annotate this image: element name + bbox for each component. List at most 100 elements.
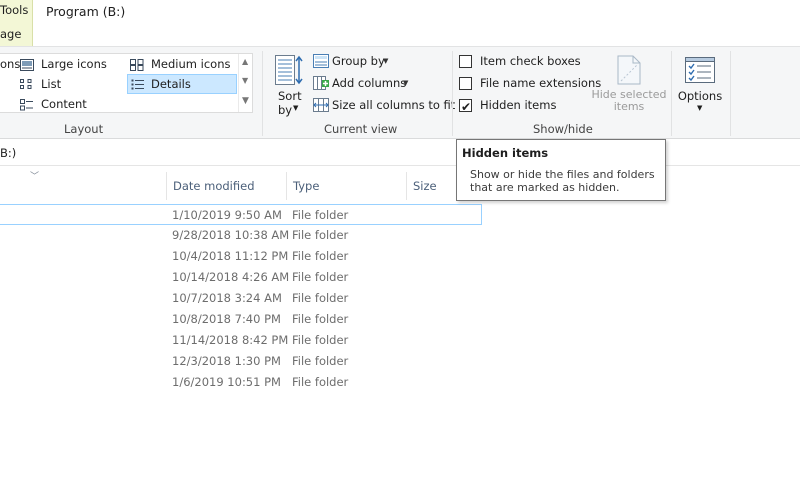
table-row[interactable]: 1/10/2019 9:50 AM File folder: [0, 204, 482, 225]
gallery-expand-icon[interactable]: ▼: [242, 96, 249, 106]
group-label-current-view: Current view: [324, 122, 398, 136]
row-type: File folder: [292, 354, 349, 368]
row-type: File folder: [292, 208, 349, 222]
address-path[interactable]: B:): [0, 146, 16, 160]
list-view-icon: [20, 78, 34, 90]
window-title: Program (B:): [46, 4, 126, 19]
file-name-extensions-checkbox[interactable]: [459, 77, 472, 90]
row-type: File folder: [292, 249, 349, 263]
size-all-columns-button[interactable]: Size all columns to fit: [313, 95, 455, 115]
table-row[interactable]: 9/28/2018 10:38 AM File folder: [0, 225, 482, 246]
options-button[interactable]: Options ▼: [674, 53, 726, 117]
row-date-modified: 1/6/2019 10:51 PM: [172, 375, 281, 389]
options-label: Options: [677, 89, 723, 103]
group-by-icon: [313, 54, 329, 68]
sort-by-label-line2: by: [278, 103, 293, 117]
group-by-button[interactable]: Group by ▼: [313, 51, 393, 71]
table-row[interactable]: 1/6/2019 10:51 PM File folder: [0, 372, 482, 393]
hidden-items-toggle[interactable]: ✔ Hidden items: [459, 95, 559, 115]
gallery-scrollbar[interactable]: ▲ ▼ ▼: [238, 54, 252, 112]
tools-tab-label: Tools: [0, 3, 29, 17]
layout-medium-icons[interactable]: Medium icons: [130, 55, 236, 73]
row-type: File folder: [292, 375, 349, 389]
chevron-down-icon: ▼: [697, 104, 703, 112]
details-view-icon: [131, 78, 145, 90]
tooltip-body: Show or hide the files and folders that …: [470, 168, 655, 194]
hide-selected-items-button[interactable]: Hide selected items: [591, 53, 667, 117]
add-columns-icon: [313, 76, 329, 90]
group-label-layout: Layout: [64, 122, 104, 136]
file-name-extensions-label: File name extensions: [480, 76, 602, 90]
row-date-modified: 10/14/2018 4:26 AM: [172, 270, 290, 284]
table-row[interactable]: 10/4/2018 11:12 PM File folder: [0, 246, 482, 267]
scroll-up-icon[interactable]: ▲: [242, 57, 248, 66]
item-check-boxes-toggle[interactable]: Item check boxes: [459, 51, 581, 71]
group-by-label: Group by: [332, 54, 385, 68]
layout-item-label: Medium icons: [151, 57, 231, 71]
row-type: File folder: [292, 312, 349, 326]
row-type: File folder: [292, 228, 349, 242]
row-type: File folder: [292, 333, 349, 347]
tooltip-title: Hidden items: [462, 146, 549, 160]
table-row[interactable]: 11/14/2018 8:42 PM File folder: [0, 330, 482, 351]
hide-selected-label: Hide selected items: [591, 89, 667, 113]
table-row[interactable]: 10/14/2018 4:26 AM File folder: [0, 267, 482, 288]
sort-by-label-line1: Sort: [278, 89, 302, 103]
table-row[interactable]: 12/3/2018 1:30 PM File folder: [0, 351, 482, 372]
row-date-modified: 10/8/2018 7:40 PM: [172, 312, 281, 326]
item-check-boxes-label: Item check boxes: [480, 54, 581, 68]
size-all-columns-label: Size all columns to fit: [332, 98, 456, 112]
chevron-down-icon: ▼: [383, 57, 389, 65]
sort-by-icon: [275, 55, 303, 88]
layout-large-icons[interactable]: Large icons: [20, 55, 120, 73]
add-columns-button[interactable]: Add columns ▼: [313, 73, 413, 93]
table-row[interactable]: 10/8/2018 7:40 PM File folder: [0, 309, 482, 330]
layout-item-label: Details: [151, 77, 191, 91]
chevron-down-icon: ▼: [403, 79, 409, 87]
layout-list[interactable]: List: [20, 75, 120, 93]
hidden-items-checkbox[interactable]: ✔: [459, 99, 472, 114]
row-date-modified: 1/10/2019 9:50 AM: [172, 208, 282, 222]
hidden-items-tooltip: Hidden items Show or hide the files and …: [456, 139, 666, 201]
row-date-modified: 10/4/2018 11:12 PM: [172, 249, 289, 263]
large-icons-icon: [20, 58, 34, 71]
column-header-type[interactable]: Type: [286, 172, 406, 200]
hidden-items-label: Hidden items: [480, 98, 557, 112]
title-bar: Tools age Program (B:): [0, 0, 800, 46]
ribbon-view: ons Large icons Medium icons List Detail…: [0, 46, 800, 139]
hide-selected-icon: [617, 55, 641, 88]
group-divider: [671, 51, 672, 136]
layout-content[interactable]: Content: [20, 95, 120, 113]
address-bar[interactable]: B:): [0, 140, 800, 166]
row-date-modified: 12/3/2018 1:30 PM: [172, 354, 281, 368]
chevron-down-icon: ▼: [293, 104, 299, 112]
table-row[interactable]: 10/7/2018 3:24 AM File folder: [0, 288, 482, 309]
layout-item-label: ons: [0, 57, 21, 71]
row-date-modified: 11/14/2018 8:42 PM: [172, 333, 289, 347]
column-header-date-modified[interactable]: Date modified: [166, 172, 286, 200]
layout-item-label: Large icons: [41, 57, 107, 71]
row-type: File folder: [292, 291, 349, 305]
manage-tab-label[interactable]: age: [0, 27, 21, 41]
layout-item-label: List: [41, 77, 62, 91]
scroll-down-icon[interactable]: ▼: [242, 76, 248, 85]
checkmark-icon: ✔: [461, 100, 472, 114]
hide-selected-label-line2: items: [613, 100, 645, 113]
content-view-icon: [20, 98, 34, 111]
row-type: File folder: [292, 270, 349, 284]
file-name-extensions-toggle[interactable]: File name extensions: [459, 73, 601, 93]
layout-gallery: ons Large icons Medium icons List Detail…: [0, 53, 253, 113]
group-label-show-hide: Show/hide: [533, 122, 593, 136]
layout-item-label: Content: [41, 97, 87, 111]
row-date-modified: 10/7/2018 3:24 AM: [172, 291, 282, 305]
item-check-boxes-checkbox[interactable]: [459, 55, 472, 68]
tab-manage-drive-tools[interactable]: Tools age: [0, 0, 33, 46]
add-columns-label: Add columns: [332, 76, 407, 90]
sort-by-button[interactable]: Sort by ▼: [273, 53, 305, 117]
layout-details[interactable]: Details: [127, 74, 237, 94]
group-divider: [262, 51, 263, 136]
medium-icons-icon: [130, 58, 144, 71]
row-date-modified: 9/28/2018 10:38 AM: [172, 228, 290, 242]
group-divider: [452, 51, 453, 136]
group-divider: [730, 51, 731, 136]
